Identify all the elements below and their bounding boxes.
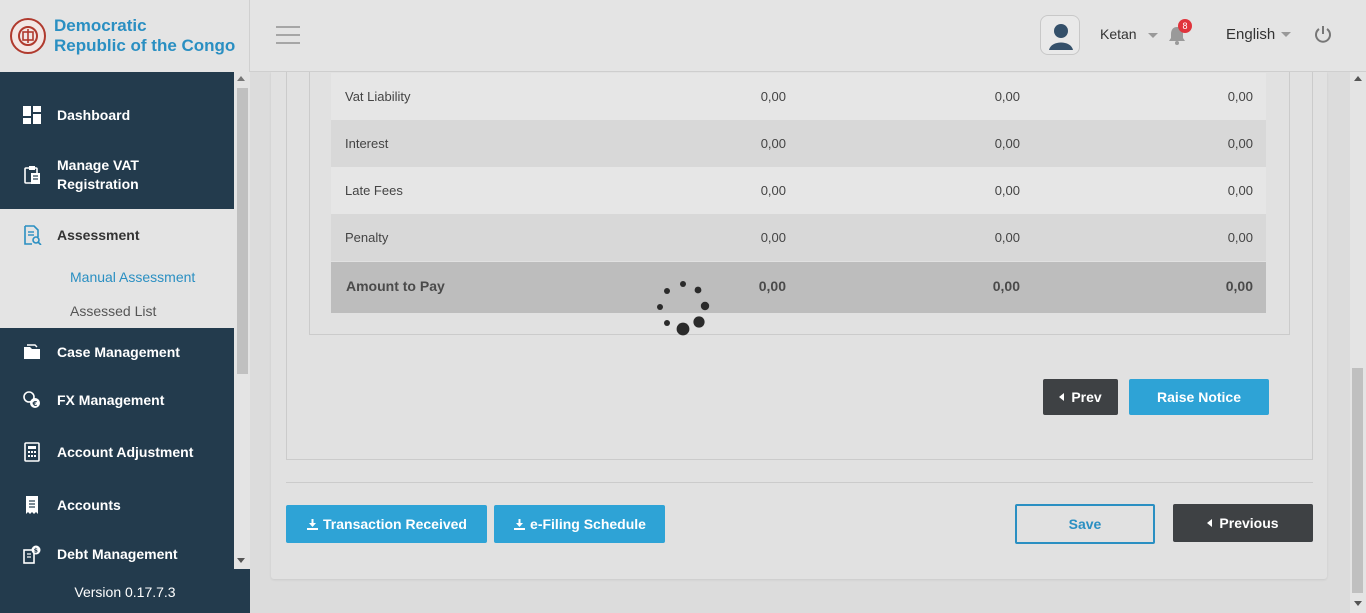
sidebar-item-label: Account Adjustment [57, 444, 194, 460]
sidebar-item-label: Accounts [57, 497, 121, 513]
dashboard-icon [23, 106, 41, 124]
row-value: 0,00 [994, 89, 1020, 104]
row-label: Late Fees [345, 183, 403, 198]
table-row: Late Fees 0,00 0,00 0,00 [331, 167, 1266, 214]
total-value: 0,00 [1225, 278, 1253, 294]
top-header: Democratic Republic of the Congo Ketan 8… [0, 0, 1366, 72]
sidebar-scroll-down-icon[interactable] [237, 558, 245, 563]
debt-icon: $ [23, 545, 41, 564]
sidebar-subitem-manual-assessment[interactable]: Manual Assessment [70, 269, 195, 285]
raise-notice-button[interactable]: Raise Notice [1129, 379, 1269, 415]
row-label: Interest [345, 136, 389, 151]
user-menu-chevron-down-icon[interactable] [1148, 33, 1158, 38]
sidebar-subitem-assessed-list[interactable]: Assessed List [70, 303, 156, 319]
total-row: Amount to Pay 0,00 0,00 0,00 [331, 262, 1266, 313]
language-selector[interactable]: English [1226, 26, 1275, 43]
total-value: 0,00 [758, 278, 786, 294]
sidebar-item-dashboard[interactable]: Dashboard [0, 93, 234, 137]
assessment-submenu: Manual Assessment Assessed List [0, 261, 234, 328]
row-value: 0,00 [1227, 136, 1253, 151]
row-value: 0,00 [760, 230, 786, 245]
total-label: Amount to Pay [346, 278, 445, 294]
total-value: 0,00 [992, 278, 1020, 294]
caret-left-icon [1207, 519, 1213, 527]
prev-button[interactable]: Prev [1043, 379, 1118, 415]
app-version: Version 0.17.7.3 [0, 569, 250, 613]
brand-name: Democratic Republic of the Congo [54, 16, 235, 56]
svg-text:$: $ [34, 548, 38, 555]
transaction-received-label: Transaction Received [323, 516, 467, 532]
row-value: 0,00 [1227, 230, 1253, 245]
sidebar-item-fx-management[interactable]: € FX Management [0, 378, 234, 422]
sidebar-scroll-up-icon[interactable] [237, 76, 245, 81]
sidebar-item-label: Dashboard [57, 107, 131, 123]
page-scroll-down-icon[interactable] [1354, 601, 1362, 606]
national-seal-icon [10, 18, 46, 54]
notification-count-badge: 8 [1178, 19, 1192, 33]
user-name[interactable]: Ketan [1100, 26, 1137, 42]
row-value: 0,00 [760, 89, 786, 104]
sidebar-item-assessment[interactable]: Assessment [0, 209, 234, 261]
row-value: 0,00 [994, 230, 1020, 245]
receipt-icon [26, 496, 38, 514]
sidebar-item-label: Debt Management [57, 546, 178, 562]
transaction-received-button[interactable]: Transaction Received [286, 505, 487, 543]
row-label: Vat Liability [345, 89, 411, 104]
previous-button-label: Previous [1219, 515, 1279, 531]
efiling-schedule-label: e-Filing Schedule [530, 516, 646, 532]
row-value: 0,00 [994, 136, 1020, 151]
sidebar-item-account-adjustment[interactable]: Account Adjustment [0, 430, 234, 474]
page-scroll-up-icon[interactable] [1354, 76, 1362, 81]
power-logout-icon[interactable] [1313, 24, 1333, 44]
download-icon [307, 518, 319, 530]
user-avatar[interactable] [1040, 15, 1080, 55]
row-value: 0,00 [1227, 89, 1253, 104]
sidebar-item-manage-vat-registration[interactable]: Manage VAT Registration [0, 148, 234, 202]
row-value: 0,00 [760, 136, 786, 151]
row-value: 0,00 [994, 183, 1020, 198]
brand-logo-area[interactable]: Democratic Republic of the Congo [0, 0, 250, 72]
sidebar-item-label: Assessment [57, 227, 140, 243]
sidebar-item-label: FX Management [57, 392, 165, 408]
caret-left-icon [1059, 393, 1065, 401]
loading-spinner-icon [657, 281, 710, 336]
row-value: 0,00 [1227, 183, 1253, 198]
sidebar-item-case-management[interactable]: Case Management [0, 330, 234, 374]
brand-line-1: Democratic [54, 16, 147, 35]
page-scrollbar-thumb[interactable] [1352, 368, 1363, 593]
previous-button[interactable]: Previous [1173, 504, 1313, 542]
table-row: Vat Liability 0,00 0,00 0,00 [331, 73, 1266, 120]
sidebar-scrollbar-thumb[interactable] [237, 88, 248, 374]
prev-button-label: Prev [1071, 389, 1102, 405]
calculator-icon [24, 442, 40, 462]
efiling-schedule-button[interactable]: e-Filing Schedule [494, 505, 665, 543]
row-value: 0,00 [760, 183, 786, 198]
divider [286, 482, 1313, 483]
row-label: Penalty [345, 230, 389, 245]
table-row: Interest 0,00 0,00 0,00 [331, 120, 1266, 167]
download-icon [514, 518, 526, 530]
language-chevron-down-icon[interactable] [1281, 32, 1291, 37]
sidebar-item-accounts[interactable]: Accounts [0, 483, 234, 527]
sidebar-item-label: Case Management [57, 344, 180, 360]
currency-exchange-icon: € [23, 391, 40, 408]
brand-line-2: Republic of the Congo [54, 36, 236, 55]
menu-toggle-icon[interactable] [276, 26, 300, 44]
save-button[interactable]: Save [1015, 504, 1155, 544]
clipboard-icon [24, 166, 40, 184]
document-search-icon [24, 225, 42, 245]
svg-text:€: € [32, 400, 38, 408]
folder-icon [24, 344, 40, 359]
table-row: Penalty 0,00 0,00 0,00 [331, 214, 1266, 261]
sidebar-item-label: Manage VAT Registration [57, 157, 139, 192]
